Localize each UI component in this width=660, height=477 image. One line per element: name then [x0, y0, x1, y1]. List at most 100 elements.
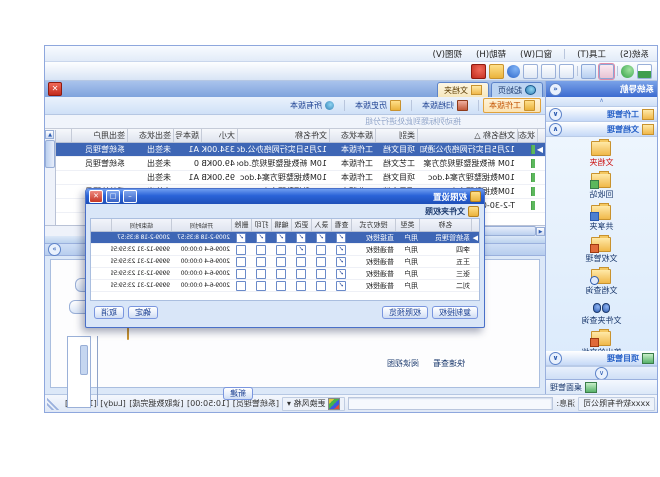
checkbox-modify[interactable]: ✓ [296, 245, 306, 255]
checkbox-input[interactable] [316, 245, 326, 255]
menu-help[interactable]: 帮助(H) [474, 48, 508, 60]
menu-view[interactable]: 视图(V) [431, 48, 464, 60]
checkbox-delete[interactable] [236, 257, 246, 267]
column-header-name[interactable]: 名称 [419, 219, 471, 231]
working-version-button[interactable]: 工作版本 [483, 98, 541, 113]
checkbox-view[interactable]: ✓ [336, 257, 346, 267]
message-field[interactable] [348, 397, 553, 410]
sidebar-item-shared[interactable]: 共享夹 [546, 205, 657, 232]
checkbox-modify[interactable]: ✓ [296, 233, 306, 243]
permission-row[interactable]: 王五 用户 普通授权 ✓ 2009-6-4 0:00:00 9999-12-31… [91, 256, 479, 268]
checkbox-delete[interactable]: ✓ [236, 233, 246, 243]
checkbox-edit[interactable] [276, 245, 286, 255]
window-cascade-icon[interactable] [581, 64, 596, 79]
checkbox-view[interactable]: ✓ [336, 233, 346, 243]
preview-listbox[interactable] [67, 336, 91, 408]
checkbox-input[interactable]: ✓ [316, 233, 326, 243]
scrollbar-thumb[interactable] [80, 345, 88, 375]
ok-button[interactable]: 确定 [128, 306, 158, 319]
document-open-icon[interactable] [541, 64, 556, 79]
column-header-status[interactable]: 状态图 [517, 129, 537, 142]
chevron-down-icon[interactable]: ∨ [549, 352, 562, 365]
sidebar-bottom-tab[interactable]: 桌面管理 [546, 379, 657, 394]
checkbox-delete[interactable] [236, 281, 246, 291]
minimize-icon[interactable]: – [123, 190, 137, 203]
table-row[interactable]: 10M 新数据整理规范方案 工艺文档 工作版本 10M 新数据整理规范.doc … [45, 157, 545, 171]
document-copy-icon[interactable] [559, 64, 574, 79]
all-versions-button[interactable]: 所有版本 [284, 98, 340, 113]
checkbox-print[interactable]: ✓ [256, 233, 266, 243]
sidebar-group-projects[interactable]: 项目管理 ∨ [546, 351, 657, 366]
sidebar-item-doc-search[interactable]: 文档查询 [546, 269, 657, 296]
sidebar-group-work[interactable]: 工作管理 ∨ [546, 107, 657, 122]
checkbox-view[interactable]: ✓ [336, 269, 346, 279]
checkbox-view[interactable]: ✓ [336, 281, 346, 291]
preview-permissions-button[interactable]: 权限预览 [382, 306, 428, 319]
column-header-edit[interactable]: 编辑 [271, 219, 291, 231]
column-header-checkout-user[interactable]: 签出用户 [71, 129, 127, 142]
checkbox-edit[interactable] [276, 269, 286, 279]
permission-row[interactable]: 张三 用户 普通授权 ✓ 2009-6-4 0:00:00 9999-12-31… [91, 268, 479, 280]
permission-row[interactable]: 刘二 用户 普通授权 ✓ 2009-6-4 0:00:00 9999-12-31… [91, 280, 479, 292]
chart-icon[interactable] [637, 64, 652, 79]
help-icon[interactable] [507, 65, 520, 78]
checkbox-edit[interactable]: ✓ [276, 233, 286, 243]
copy-permissions-button[interactable]: 复制授权 [432, 306, 478, 319]
new-button[interactable]: 新建 [223, 387, 253, 400]
menu-tools[interactable]: 工具(T) [575, 48, 608, 60]
style-picker[interactable]: 更换风格 ▾ [282, 397, 345, 411]
tab-quick-view[interactable]: 快速查看 [433, 358, 465, 369]
lock-icon[interactable] [489, 64, 504, 79]
collapse-panel-icon[interactable]: » [48, 243, 61, 256]
scroll-left-icon[interactable]: ◀ [536, 227, 545, 236]
column-header-type[interactable]: 类型 [395, 219, 419, 231]
sidebar-mini-strip[interactable]: ∨ [546, 366, 657, 379]
checkbox-print[interactable] [256, 281, 266, 291]
sidebar-item-doc-rights[interactable]: 文权管理 [546, 237, 657, 264]
sidebar-item-recycle[interactable]: 回收站 [546, 173, 657, 200]
column-header-size[interactable]: 大小 [201, 129, 237, 142]
tab-start-page[interactable]: 起始页 [491, 82, 543, 97]
chevron-down-icon[interactable]: ∨ [595, 367, 608, 380]
checkbox-modify[interactable] [296, 257, 306, 267]
table-row[interactable]: ▶ 12月5日实行网络办公通知 项目文档 工作版本 12月5日实行网络办公.do… [45, 143, 545, 157]
checkbox-edit[interactable] [276, 257, 286, 267]
column-header-print[interactable]: 打印 [251, 219, 271, 231]
column-header-end[interactable]: 结束时间 [111, 219, 171, 231]
column-header-start[interactable]: 开始时间 [171, 219, 231, 231]
column-header-auth[interactable]: 授权方式 [351, 219, 395, 231]
column-header-category[interactable]: 类别 [375, 129, 417, 142]
checkbox-input[interactable] [316, 269, 326, 279]
sidebar-item-folder-search[interactable]: 文件夹查询 [546, 301, 657, 326]
column-header-view[interactable]: 查看 [331, 219, 351, 231]
dialog-titlebar[interactable]: 权限设置 – □ ✕ [86, 189, 484, 204]
vertical-scrollbar[interactable]: ▲ [45, 130, 56, 225]
menu-window[interactable]: 窗口(W) [518, 48, 554, 60]
collapse-panel-icon[interactable]: « [549, 83, 562, 96]
chevron-up-icon[interactable]: ∧ [549, 123, 562, 136]
checkbox-delete[interactable] [236, 245, 246, 255]
sidebar-item-document-folder[interactable]: 文档夹 [546, 141, 657, 168]
checkbox-modify[interactable] [296, 269, 306, 279]
checkbox-view[interactable]: ✓ [336, 245, 346, 255]
cancel-button[interactable]: 取消 [94, 306, 124, 319]
checkbox-delete[interactable] [236, 269, 246, 279]
column-header-checkout-status[interactable]: 签出状态 [127, 129, 173, 142]
close-icon[interactable]: ✕ [89, 190, 103, 203]
sidebar-group-documents[interactable]: 文档管理 ∧ [546, 122, 657, 137]
column-header-input[interactable]: 录入 [311, 219, 331, 231]
resize-grip[interactable] [47, 398, 59, 410]
tab-read-view[interactable]: 阅读视图 [387, 358, 419, 369]
history-version-button[interactable]: 历史版本 [349, 98, 407, 113]
scrollbar-thumb[interactable] [45, 140, 55, 168]
permission-row[interactable]: ▶ 系统管理员 用户 直接授权 ✓ ✓ ✓ ✓ ✓ ✓ 2009-2-18 8:… [91, 232, 479, 244]
globe-icon[interactable] [621, 65, 634, 78]
document-new-icon[interactable] [523, 64, 538, 79]
scroll-up-icon[interactable]: ▲ [46, 130, 55, 139]
checkbox-print[interactable] [256, 245, 266, 255]
checkbox-modify[interactable] [296, 281, 306, 291]
permission-row[interactable]: 李四 用户 普通授权 ✓ ✓ 2009-6-4 0:00:00 9999-12-… [91, 244, 479, 256]
column-header-delete[interactable]: 删除 [231, 219, 251, 231]
sidebar-collapse-strip[interactable]: ∧ [546, 97, 657, 107]
checkbox-input[interactable] [316, 257, 326, 267]
